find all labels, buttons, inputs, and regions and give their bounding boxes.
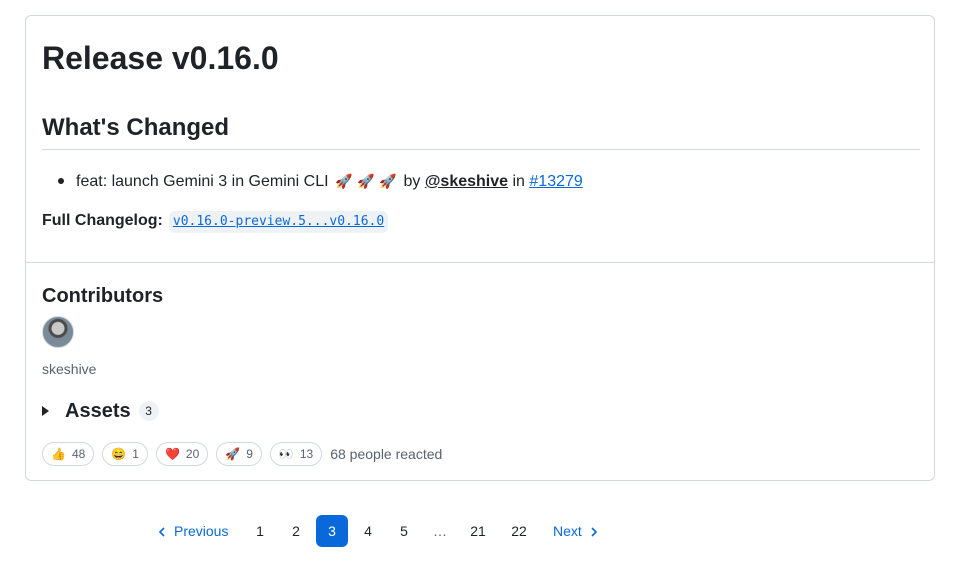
changelog-compare-link[interactable]: v0.16.0-preview.5...v0.16.0 [168, 211, 389, 233]
author-mention-link[interactable]: @skeshive [425, 173, 508, 190]
reaction-rocket-button[interactable]: 🚀 9 [216, 442, 262, 466]
next-page-link[interactable]: Next [553, 515, 598, 547]
rocket-icon: 🚀 [335, 173, 353, 189]
release-card: Release v0.16.0 What's Changed feat: lau… [25, 15, 935, 481]
assets-count-badge: 3 [138, 401, 159, 421]
in-text: in [512, 173, 525, 190]
assets-label: Assets [65, 399, 131, 422]
reaction-count: 20 [185, 447, 200, 461]
section-divider [26, 262, 934, 263]
reaction-thumbs-up-button[interactable]: 👍 48 [42, 442, 95, 466]
reaction-count: 1 [132, 447, 139, 461]
thumbs-up-icon: 👍 [51, 447, 66, 461]
reaction-count: 9 [246, 447, 253, 461]
chevron-right-icon [591, 527, 597, 537]
reaction-count: 48 [71, 447, 86, 461]
page-link-21[interactable]: 21 [467, 515, 489, 547]
changelog-label: Full Changelog: [42, 212, 163, 229]
page-gap-ellipsis: … [433, 523, 447, 539]
eyes-icon: 👀 [278, 447, 294, 461]
previous-page-link[interactable]: Previous [158, 515, 228, 547]
assets-toggle[interactable]: Assets 3 [42, 399, 159, 423]
rocket-icon: 🚀 [379, 173, 397, 189]
page-link-current[interactable]: 3 [316, 515, 348, 547]
reaction-laugh-button[interactable]: 😄 1 [102, 442, 148, 466]
reaction-heart-button[interactable]: ❤️ 20 [155, 442, 209, 466]
heart-icon: ❤️ [164, 447, 180, 461]
page-link-4[interactable]: 4 [360, 515, 376, 547]
page-link-22[interactable]: 22 [508, 515, 530, 547]
triangle-right-icon [42, 406, 49, 416]
pagination: Previous 1 2 3 4 5 … 21 22 Next [0, 515, 957, 547]
laugh-icon: 😄 [111, 447, 127, 461]
change-text: feat: launch Gemini 3 in Gemini CLI [76, 173, 329, 190]
change-list-item: feat: launch Gemini 3 in Gemini CLI 🚀 🚀 🚀 … [42, 169, 583, 194]
chevron-left-icon [158, 527, 165, 537]
by-text: by [403, 173, 421, 190]
whats-changed-heading: What's Changed [42, 114, 230, 141]
page-link-5[interactable]: 5 [396, 515, 412, 547]
avatar[interactable] [42, 316, 74, 348]
release-title[interactable]: Release v0.16.0 [42, 38, 279, 78]
reactions-summary[interactable]: 68 people reacted [330, 446, 442, 462]
reaction-eyes-button[interactable]: 👀 13 [269, 442, 323, 466]
previous-label: Previous [174, 523, 229, 539]
reactions-bar: 👍 48 😄 1 ❤️ 20 🚀 9 👀 13 68 people reacted [42, 442, 442, 466]
contributor-name[interactable]: skeshive [42, 360, 96, 378]
page-link-2[interactable]: 2 [288, 515, 304, 547]
contributors-heading: Contributors [42, 285, 164, 307]
page-link-1[interactable]: 1 [252, 515, 268, 547]
reaction-count: 13 [299, 447, 314, 461]
rocket-icon: 🚀 [357, 173, 375, 189]
bullet-icon [58, 177, 64, 184]
rocket-icon: 🚀 [225, 447, 241, 461]
next-label: Next [553, 523, 582, 539]
pull-request-link[interactable]: #13279 [529, 173, 582, 190]
heading-divider [42, 149, 920, 150]
full-changelog: Full Changelog: v0.16.0-preview.5...v0.16… [42, 209, 389, 233]
